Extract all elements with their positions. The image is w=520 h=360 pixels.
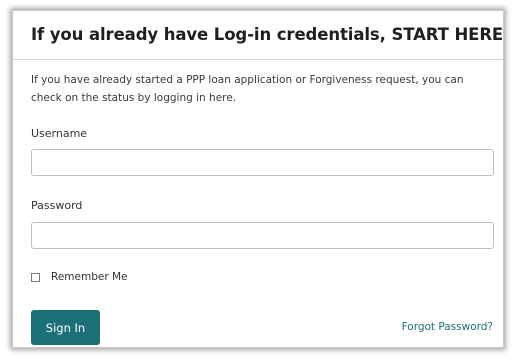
remember-me-label: Remember Me (51, 271, 128, 283)
username-label: Username (31, 127, 88, 140)
sign-in-button[interactable]: Sign In (31, 310, 100, 345)
forgot-password-link[interactable]: Forgot Password? (402, 321, 493, 333)
title-divider (13, 59, 503, 60)
username-input[interactable] (31, 149, 494, 176)
remember-me-row[interactable]: Remember Me (31, 271, 128, 283)
login-card: If you already have Log-in credentials, … (12, 10, 504, 348)
page: If you already have Log-in credentials, … (0, 0, 520, 360)
password-input[interactable] (31, 222, 494, 249)
remember-me-checkbox[interactable] (31, 272, 40, 282)
card-title: If you already have Log-in credentials, … (31, 25, 504, 44)
password-label: Password (31, 199, 83, 212)
intro-text: If you have already started a PPP loan a… (31, 74, 464, 104)
